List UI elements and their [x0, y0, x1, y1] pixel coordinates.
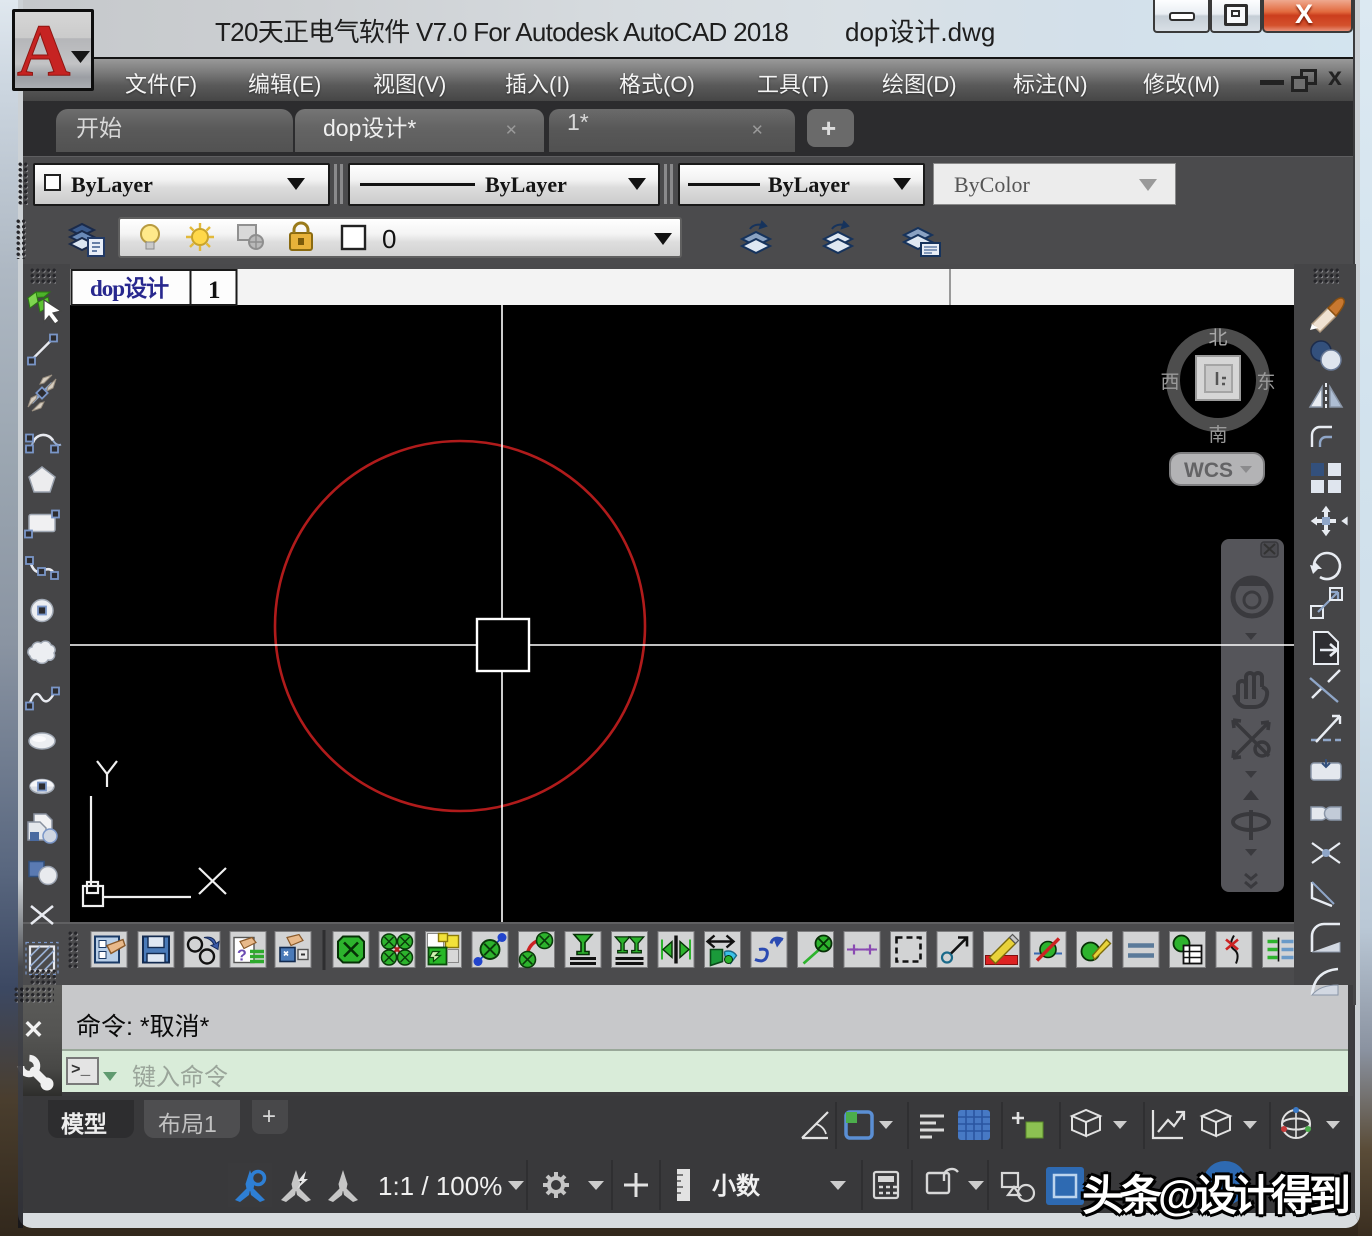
svg-text:0: 0 [382, 224, 396, 254]
svg-text:东: 东 [1256, 371, 1275, 393]
svg-text:A: A [17, 12, 70, 88]
svg-text:北: 北 [1208, 327, 1227, 349]
svg-text:小数: 小数 [712, 1173, 761, 1200]
svg-text:南: 南 [1208, 424, 1227, 446]
svg-text:西: 西 [1160, 372, 1179, 393]
svg-text:WCS: WCS [1184, 459, 1233, 482]
svg-text:?: ? [237, 948, 247, 965]
svg-text:1:1 / 100%: 1:1 / 100% [378, 1171, 502, 1201]
svg-text:1: 1 [208, 277, 221, 304]
svg-text:dop设计: dop设计 [90, 276, 169, 301]
